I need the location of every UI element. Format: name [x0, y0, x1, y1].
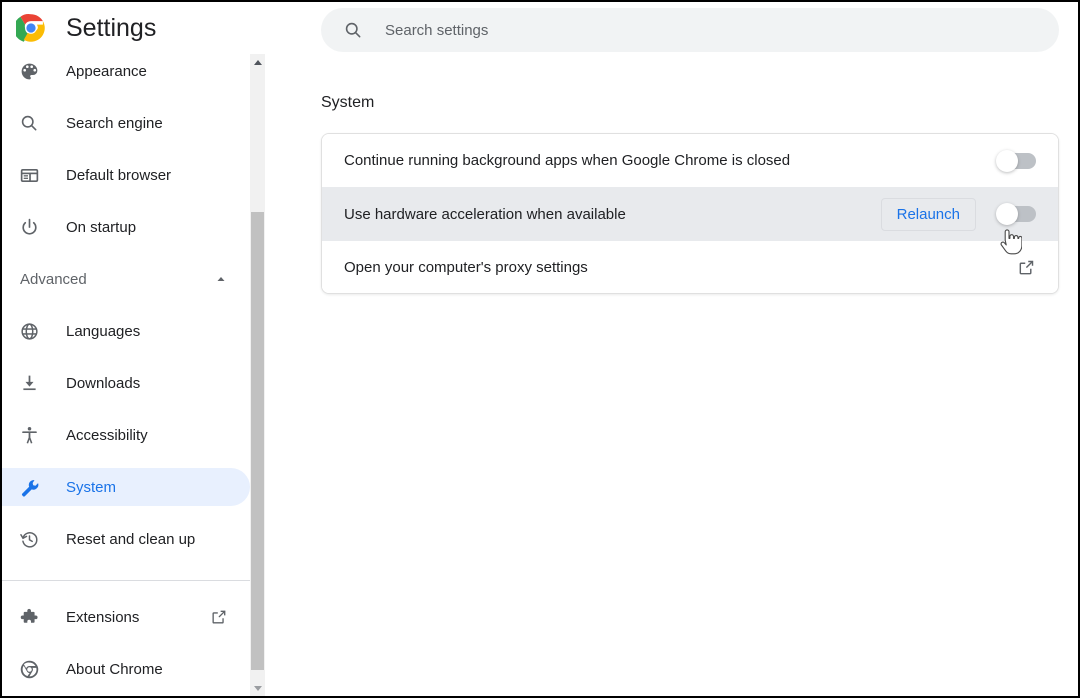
sidebar: Settings Appearance Search engine Defaul…	[2, 2, 266, 696]
search-icon	[18, 112, 40, 134]
sidebar-item-on-startup[interactable]: On startup	[2, 208, 250, 246]
sidebar-item-languages[interactable]: Languages	[2, 312, 250, 350]
row-controls: Relaunch	[880, 197, 1036, 231]
scrollbar-down-button[interactable]	[250, 680, 265, 696]
sidebar-item-downloads[interactable]: Downloads	[2, 364, 250, 402]
sidebar-nav-top: Appearance Search engine Default browser…	[2, 52, 250, 572]
globe-icon	[18, 320, 40, 342]
system-settings-card: Continue running background apps when Go…	[321, 133, 1059, 294]
history-restore-icon	[18, 528, 40, 550]
sidebar-item-label: Reset and clean up	[66, 530, 196, 548]
wrench-icon	[18, 476, 40, 498]
power-icon	[18, 216, 40, 238]
section-heading: System	[321, 94, 375, 111]
sidebar-item-label: Appearance	[66, 62, 147, 80]
background-apps-toggle[interactable]	[996, 149, 1036, 172]
sidebar-item-appearance[interactable]: Appearance	[2, 52, 250, 90]
sidebar-section-label: Advanced	[20, 270, 87, 288]
sidebar-item-label: Extensions	[66, 608, 140, 626]
setting-label: Open your computer's proxy settings	[344, 258, 588, 276]
setting-label: Use hardware acceleration when available	[344, 205, 626, 223]
chrome-logo-gray-icon	[18, 658, 40, 680]
sidebar-item-label: About Chrome	[66, 660, 163, 678]
toggle-knob	[996, 203, 1018, 225]
sidebar-item-label: Search engine	[66, 114, 163, 132]
scrollbar-up-button[interactable]	[250, 54, 265, 70]
sidebar-scrollbar-track[interactable]	[250, 54, 265, 696]
external-link-icon[interactable]	[1017, 258, 1036, 277]
caret-down-icon	[253, 685, 262, 691]
sidebar-divider	[2, 580, 250, 581]
setting-row-background-apps[interactable]: Continue running background apps when Go…	[322, 134, 1058, 187]
browser-window-icon	[18, 164, 40, 186]
accessibility-icon	[18, 424, 40, 446]
puzzle-piece-icon	[18, 606, 40, 628]
sidebar-item-reset-and-clean-up[interactable]: Reset and clean up	[2, 520, 250, 558]
relaunch-button[interactable]: Relaunch	[880, 197, 976, 231]
setting-row-proxy-settings[interactable]: Open your computer's proxy settings	[322, 240, 1058, 293]
sidebar-item-label: Downloads	[66, 374, 141, 392]
scrollbar-thumb[interactable]	[251, 212, 264, 670]
sidebar-nav-bottom: Extensions About Chrome	[2, 598, 250, 696]
page-title: Settings	[66, 13, 157, 42]
sidebar-item-search-engine[interactable]: Search engine	[2, 104, 250, 142]
row-controls	[1017, 258, 1036, 277]
hardware-acceleration-toggle[interactable]	[996, 203, 1036, 225]
sidebar-section-advanced[interactable]: Advanced	[2, 260, 250, 298]
toggle-knob	[996, 149, 1018, 172]
sidebar-item-extensions[interactable]: Extensions	[2, 598, 250, 636]
setting-row-hardware-acceleration[interactable]: Use hardware acceleration when available…	[322, 187, 1058, 240]
sidebar-item-label: On startup	[66, 218, 137, 236]
main-content: System Continue running background apps …	[266, 2, 1078, 696]
chrome-settings-window: Settings Appearance Search engine Defaul…	[0, 0, 1080, 698]
sidebar-item-label: System	[66, 478, 117, 496]
sidebar-item-default-browser[interactable]: Default browser	[2, 156, 250, 194]
search-settings-bar[interactable]	[321, 8, 1059, 52]
chrome-logo	[16, 13, 46, 43]
sidebar-item-accessibility[interactable]: Accessibility	[2, 416, 250, 454]
search-icon	[343, 20, 363, 40]
setting-label: Continue running background apps when Go…	[344, 152, 791, 169]
sidebar-item-label: Default browser	[66, 166, 172, 184]
row-controls	[996, 149, 1036, 172]
search-input[interactable]	[385, 21, 1005, 39]
sidebar-item-about-chrome[interactable]: About Chrome	[2, 650, 250, 688]
sidebar-item-label: Languages	[66, 322, 141, 340]
palette-icon	[18, 60, 40, 82]
sidebar-item-system[interactable]: System	[2, 468, 250, 506]
caret-up-icon	[253, 59, 262, 65]
external-link-icon[interactable]	[210, 608, 228, 626]
download-icon	[18, 372, 40, 394]
brand-row: Settings	[2, 2, 266, 54]
sidebar-item-label: Accessibility	[66, 426, 148, 444]
chevron-up-icon	[214, 272, 228, 286]
